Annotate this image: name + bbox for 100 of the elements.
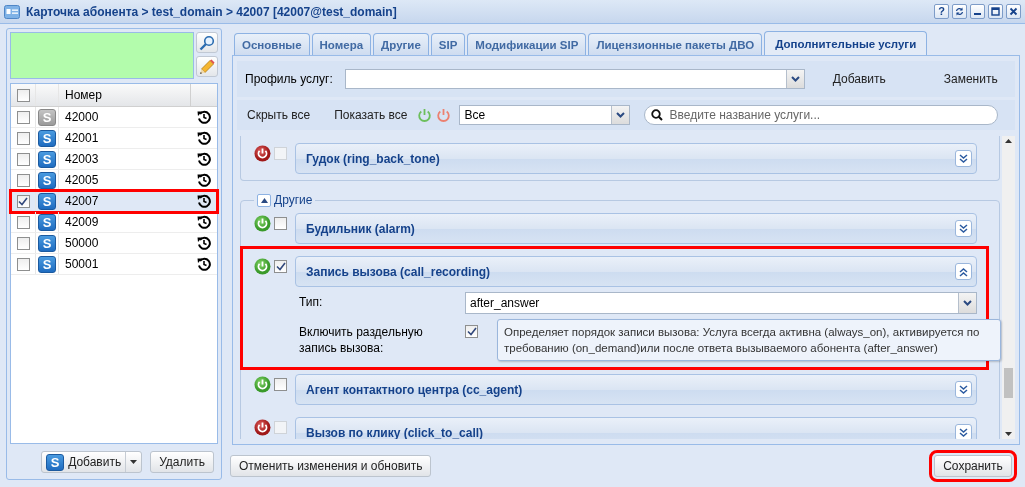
row-checkbox[interactable] [16,236,30,250]
service-checkbox[interactable] [274,260,287,273]
table-cell: 50000 [65,236,99,250]
table-row[interactable]: S 50001 [11,254,217,275]
dropdown-caret-icon [616,112,626,118]
delete-button[interactable]: Удалить [150,451,214,473]
table-cell: 42001 [65,131,99,145]
power-icon[interactable] [254,258,271,275]
row-checkbox[interactable] [16,257,30,271]
expand-button[interactable] [955,220,972,237]
tab[interactable]: Основные [234,33,310,55]
service-header[interactable]: Агент контактного центра (cc_agent) [295,374,977,405]
scroll-thumb[interactable] [1004,368,1013,398]
status-badge: S [38,129,56,147]
status-badge: S [38,255,56,273]
double-chevron-icon [959,427,968,438]
scroll-down-icon[interactable] [1005,432,1012,436]
table-row[interactable]: S 50000 [11,233,217,254]
group-label: Другие [274,193,313,207]
service-name: Вызов по клику (click_to_call) [306,425,485,439]
table-cell: 42003 [65,152,99,166]
refresh-button[interactable] [952,4,967,19]
row-checkbox[interactable] [16,110,30,124]
service-checkbox[interactable] [274,217,287,230]
option-checkbox[interactable] [465,325,478,338]
history-icon[interactable] [197,152,211,166]
expand-button[interactable] [955,381,972,398]
tab[interactable]: Номера [311,33,372,55]
search-icon [651,109,664,121]
filter-select[interactable]: Все [459,105,631,125]
row-checkbox[interactable] [16,152,30,166]
maximize-icon [991,7,1000,16]
table-row[interactable]: S 42009 [11,212,217,233]
service-name: Будильник (alarm) [306,221,416,236]
tab[interactable]: Другие [373,33,429,55]
double-chevron-icon [959,266,968,277]
minimize-button[interactable] [970,4,985,19]
edit-button[interactable] [196,56,218,77]
revert-button[interactable]: Отменить изменения и обновить [230,455,432,477]
scrollbar[interactable] [1002,136,1015,439]
show-all-button[interactable]: Показать все [328,104,414,126]
service-name: Агент контактного центра (cc_agent) [306,382,524,397]
table-cell: 42005 [65,173,99,187]
history-icon[interactable] [197,131,211,145]
field-label: Тип: [299,294,324,310]
collapse-button[interactable] [257,193,271,207]
column-header[interactable]: Номер [65,88,102,102]
history-icon[interactable] [197,110,211,124]
scroll-up-icon[interactable] [1005,139,1012,143]
close-icon [1009,7,1018,16]
status-badge: S [38,192,56,210]
tab[interactable]: Лицензионные пакеты ДВО [588,33,763,55]
row-checkbox[interactable] [16,131,30,145]
row-checkbox[interactable] [16,173,30,187]
close-button[interactable] [1006,4,1021,19]
search-button[interactable] [196,32,218,53]
history-icon[interactable] [197,173,211,187]
add-button[interactable]: S Добавить [42,452,126,472]
select-all-checkbox[interactable] [16,88,30,102]
service-header[interactable]: Запись вызова (call_recording) [295,256,977,287]
window-title: Карточка абонента > test_domain > 42007 [42007@test_domain] [26,4,398,19]
add-profile-button[interactable]: Добавить [826,68,892,90]
triangle-icon [260,197,268,203]
help-button[interactable]: ? [934,4,949,19]
tab[interactable]: SIP [430,33,466,55]
service-checkbox[interactable] [274,378,287,391]
row-checkbox[interactable] [16,194,30,208]
table-row[interactable]: S 42001 [11,128,217,149]
replace-profile-button[interactable]: Заменить [937,68,1004,90]
power-icon[interactable] [254,215,271,232]
status-badge: S [38,150,56,168]
service-header[interactable]: Будильник (alarm) [295,213,977,244]
tab[interactable]: Дополнительные услуги [764,31,928,55]
field-label: Включить раздельную запись вызова: [299,324,424,356]
table-cell: 42009 [65,215,99,229]
history-icon[interactable] [197,194,211,208]
type-select[interactable]: after_answer [465,292,977,314]
history-icon[interactable] [197,257,211,271]
add-split-button[interactable]: S Добавить [41,451,143,473]
table-row[interactable]: S 42000 [11,107,217,128]
tab[interactable]: Модификации SIP [467,33,587,55]
hide-all-button[interactable]: Скрыть все [241,104,317,126]
table-cell: 42000 [65,110,99,124]
service-name: Гудок (ring_back_tone) [306,151,441,166]
expand-button[interactable] [955,263,972,280]
double-chevron-icon [959,223,968,234]
table-cell: 42007 [65,194,99,208]
refresh-icon [955,7,964,16]
dropdown-caret-icon [790,76,800,82]
status-badge: S [38,108,56,126]
power-icon[interactable] [254,376,271,393]
service-name: Запись вызова (call_recording) [306,264,492,279]
double-chevron-icon [959,384,968,395]
table-row[interactable]: S 42007 [11,191,217,212]
history-icon[interactable] [197,215,211,229]
row-checkbox[interactable] [16,215,30,229]
maximize-button[interactable] [988,4,1003,19]
search-field[interactable]: Введите название услуги... [644,105,999,125]
table-row[interactable]: S 42003 [11,149,217,170]
history-icon[interactable] [197,236,211,250]
